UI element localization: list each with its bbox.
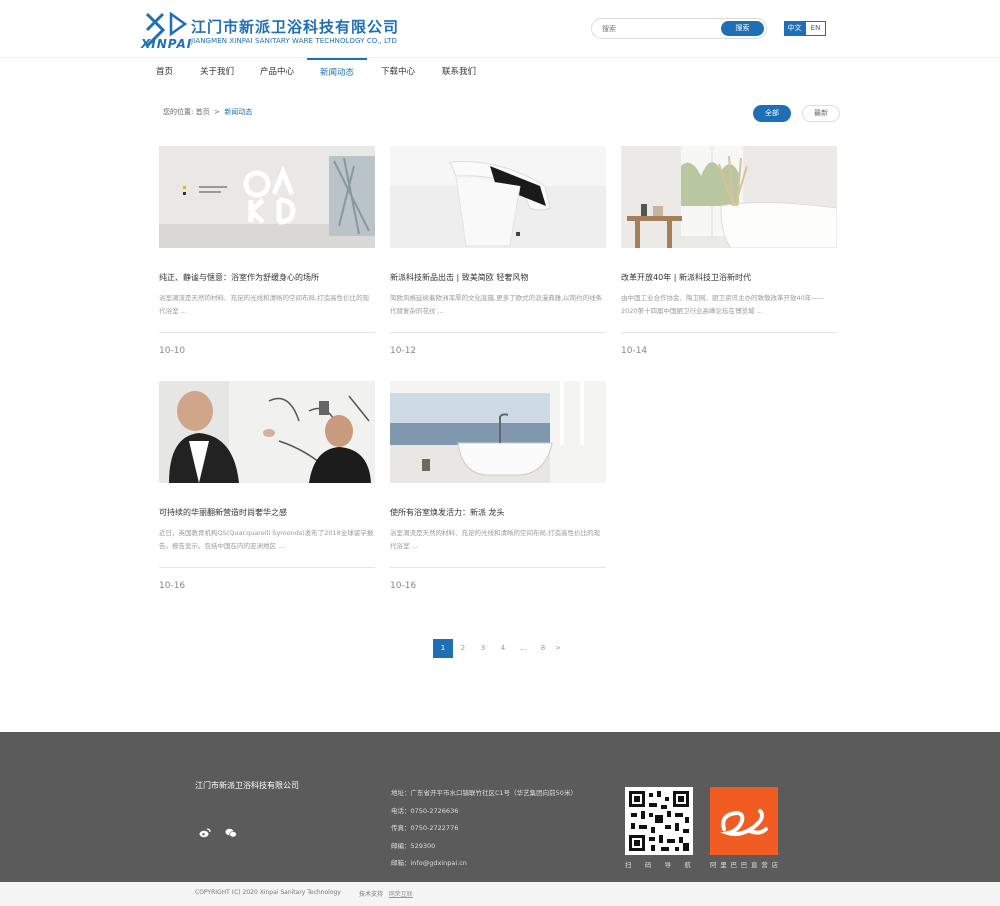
tech-support: 技术支持 网荣互联	[359, 889, 413, 898]
news-image-gallery[interactable]	[159, 146, 375, 248]
logo-company-name-en: JIANGMEN XINPAI SANITARY WARE TECHNOLOGY…	[191, 37, 398, 45]
alibaba-icon[interactable]	[710, 787, 778, 855]
filter-newest-button[interactable]: 最新	[802, 105, 840, 122]
news-title[interactable]: 使所有浴室焕发活力：新派 龙头	[390, 507, 606, 518]
tech-support-link[interactable]: 网荣互联	[389, 891, 413, 898]
news-date: 10-16	[159, 581, 186, 591]
logo-brand-text: XINPAI	[141, 37, 193, 51]
footer-phone: 电话：0750-2726636	[391, 806, 459, 815]
news-description: 近日，英国教育机构QS(Quacquarelli Symonds)发布了2018…	[159, 529, 374, 550]
breadcrumb-separator: >	[214, 108, 220, 116]
page-ellipsis: ...	[519, 644, 527, 652]
news-image-bathtub-interior[interactable]	[621, 146, 837, 248]
news-image-faucet[interactable]	[390, 146, 606, 248]
page-3-button[interactable]: 3	[473, 639, 493, 658]
news-image-seaside-bathtub[interactable]	[390, 381, 606, 483]
news-date: 10-12	[390, 346, 417, 356]
breadcrumb-prefix: 您的位置:	[163, 108, 194, 116]
page-4-button[interactable]: 4	[493, 639, 513, 658]
copyright-bar: COPYRIGHT (C) 2020 Xinpai Sanitary Techn…	[0, 882, 1000, 906]
divider	[390, 567, 606, 568]
footer-postcode: 邮编：529300	[391, 841, 436, 850]
footer-company-name: 江门市新派卫浴科技有限公司	[195, 781, 299, 790]
news-description: 浴室潮流是天然的材料、充足的光线和清晰的空间布局,打造高性价比的现代浴室 ...	[159, 294, 370, 315]
qr-code-icon	[625, 787, 693, 855]
news-card[interactable]: 改革开放40年 | 新派科技卫浴新时代 由中国工业合作协会、陶卫网、厨卫资讯主办…	[621, 146, 837, 366]
news-date: 10-16	[390, 581, 417, 591]
lang-cn-button[interactable]: 中文	[784, 21, 805, 36]
nav-item-about[interactable]: 关于我们	[200, 58, 234, 87]
news-title[interactable]: 新派科技新品出击 | 致美简欧 轻奢风物	[390, 272, 606, 283]
divider	[159, 332, 375, 333]
site-footer: 江门市新派卫浴科技有限公司 地址：广东省开平市水口镇联竹社区C1号（华艺集团向前…	[0, 732, 1000, 882]
news-card[interactable]: 纯正、静谧与惬意：浴室作为舒缓身心的场所 浴室潮流是天然的材料、充足的光线和清晰…	[159, 146, 375, 366]
footer-address: 地址：广东省开平市水口镇联竹社区C1号（华艺集团向前50米）	[391, 789, 577, 797]
main-content: 您的位置: 首页 > 新闻动态 全部 最新 纯正、静谧与惬意：浴室作为舒缓身心的…	[0, 87, 1000, 732]
logo[interactable]: XINPAI 江门市新派卫浴科技有限公司 JIANGMEN XINPAI SAN…	[141, 10, 398, 51]
lang-en-button[interactable]: EN	[805, 21, 826, 36]
footer-email[interactable]: 邮箱：info@gdxinpai.cn	[391, 855, 577, 873]
pagination: 1 2 3 4 ... 8 >	[433, 639, 563, 658]
news-description: 由中国工业合作协会、陶卫网、厨卫资讯主办的致敬改革开放40年——2020第十四届…	[621, 294, 825, 315]
search-box: 搜索	[591, 18, 767, 39]
site-header: XINPAI 江门市新派卫浴科技有限公司 JIANGMEN XINPAI SAN…	[0, 0, 1000, 57]
news-card[interactable]: 新派科技新品出击 | 致美简欧 轻奢风物 简欧风格延续着欧洲浑厚的文化底蕴,更多…	[390, 146, 606, 366]
breadcrumb-home-link[interactable]: 首页	[196, 108, 210, 116]
footer-fax: 传真：0750-2722776	[391, 824, 459, 832]
nav-item-products[interactable]: 产品中心	[260, 58, 294, 87]
next-page-button[interactable]: >	[553, 639, 563, 658]
breadcrumb: 您的位置: 首页 > 新闻动态	[163, 107, 252, 117]
search-input[interactable]	[602, 22, 712, 35]
news-date: 10-10	[159, 346, 186, 356]
divider	[621, 332, 837, 333]
nav-item-downloads[interactable]: 下载中心	[381, 58, 415, 87]
breadcrumb-current: 新闻动态	[224, 108, 253, 116]
social-links	[199, 828, 239, 838]
news-card[interactable]: 可持续的华丽翻新营造时尚奢华之感 近日，英国教育机构QS(Quacquarell…	[159, 381, 375, 601]
news-description: 浴室潮流是天然的材料、充足的光线和清晰的空间布局,打造高性价比的现代浴室 ...	[390, 529, 601, 550]
page-1-button[interactable]: 1	[433, 639, 453, 658]
copyright-text: COPYRIGHT (C) 2020 Xinpai Sanitary Techn…	[195, 889, 341, 896]
logo-company-name: 江门市新派卫浴科技有限公司	[191, 18, 400, 36]
qr-label: 扫码导航	[625, 861, 693, 869]
divider	[390, 332, 606, 333]
news-date: 10-14	[621, 346, 648, 356]
divider	[159, 567, 375, 568]
nav-item-home[interactable]: 首页	[156, 58, 173, 87]
nav-item-contact[interactable]: 联系我们	[442, 58, 476, 87]
alibaba-label: 阿里巴巴直营店	[710, 861, 778, 869]
page-8-button[interactable]: 8	[533, 639, 553, 658]
tech-support-label: 技术支持	[359, 891, 384, 898]
news-title[interactable]: 纯正、静谧与惬意：浴室作为舒缓身心的场所	[159, 272, 375, 283]
page-2-button[interactable]: 2	[453, 639, 473, 658]
main-nav: 首页 关于我们 产品中心 新闻动态 下载中心 联系我们	[0, 57, 1000, 87]
news-image-designers[interactable]	[159, 381, 375, 483]
weibo-icon[interactable]	[199, 828, 211, 838]
filter-all-button[interactable]: 全部	[753, 105, 791, 122]
news-title[interactable]: 可持续的华丽翻新营造时尚奢华之感	[159, 507, 375, 518]
footer-contact-info: 地址：广东省开平市水口镇联竹社区C1号（华艺集团向前50米） 电话：0750-2…	[391, 785, 577, 873]
news-card[interactable]: 使所有浴室焕发活力：新派 龙头 浴室潮流是天然的材料、充足的光线和清晰的空间布局…	[390, 381, 606, 601]
language-switcher: 中文 EN	[784, 21, 826, 36]
wechat-icon[interactable]	[225, 828, 237, 838]
nav-item-news[interactable]: 新闻动态	[307, 58, 367, 87]
news-title[interactable]: 改革开放40年 | 新派科技卫浴新时代	[621, 272, 837, 283]
news-description: 简欧风格延续着欧洲浑厚的文化底蕴,更多了欧式的浪漫典雅,以简约的线条代替复杂的花…	[390, 294, 603, 315]
search-button[interactable]: 搜索	[721, 21, 764, 36]
